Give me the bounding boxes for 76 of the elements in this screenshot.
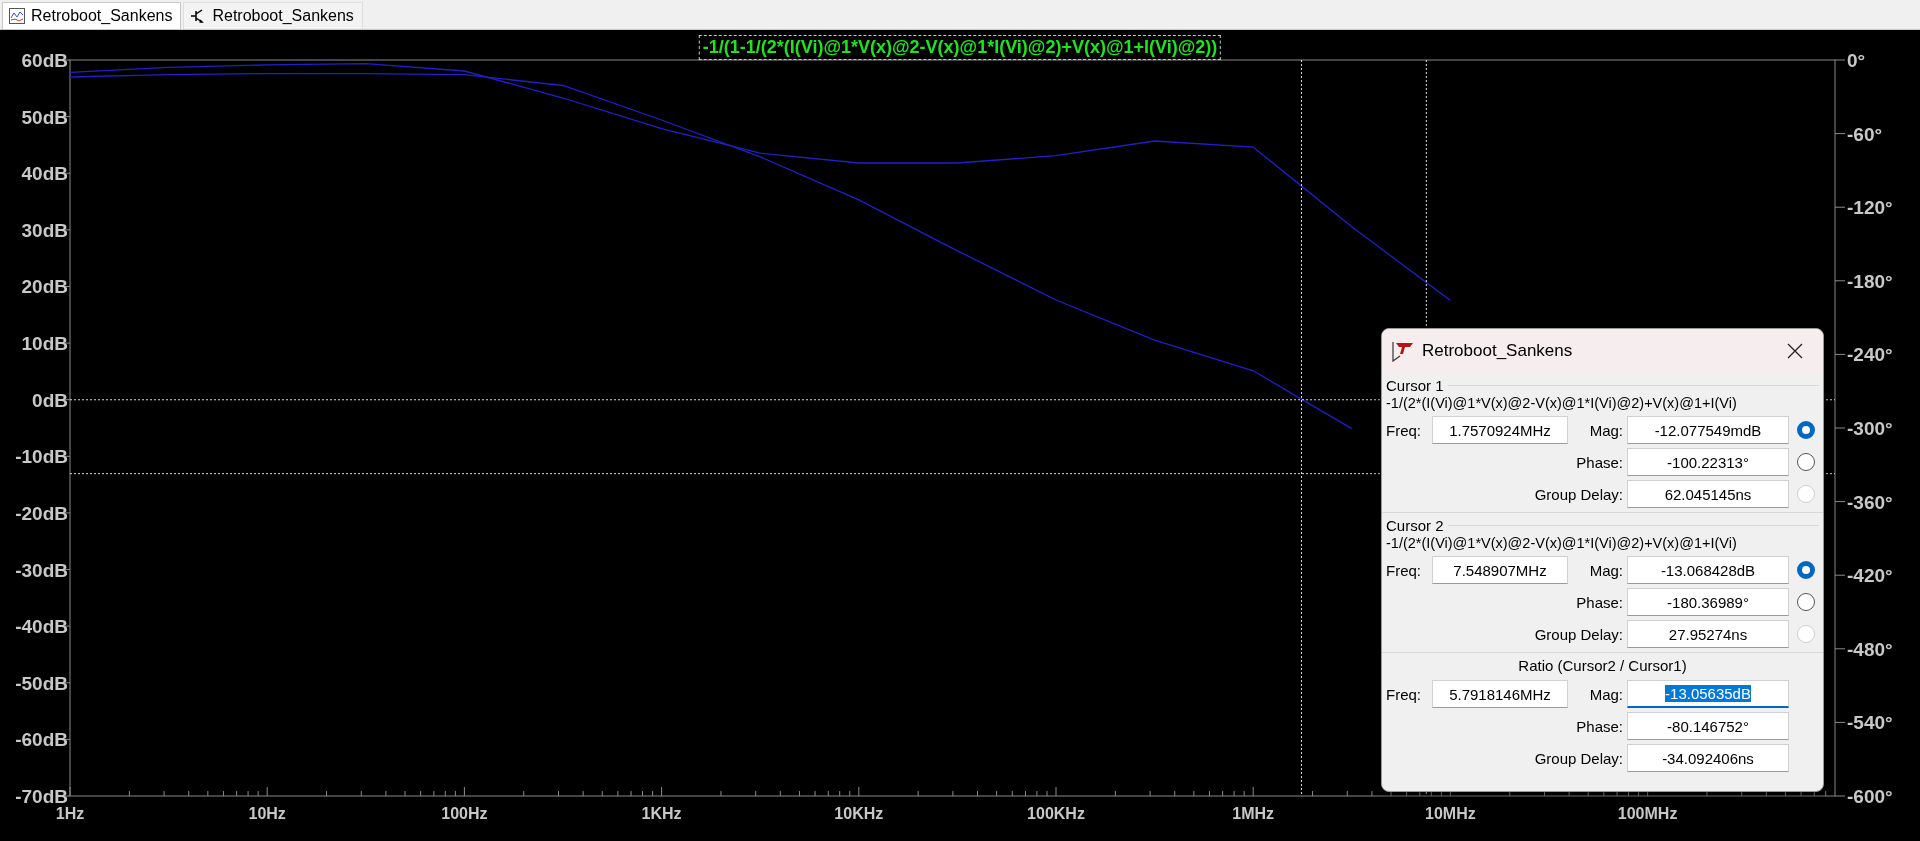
axis-tick-label: 10MHz [1425, 805, 1476, 822]
field-label: Freq: [1386, 685, 1421, 703]
input-field[interactable]: -180.36989° [1627, 588, 1789, 616]
field-label: Mag: [1589, 421, 1623, 439]
field-label: Mag: [1589, 685, 1623, 703]
axis-tick-label: -300° [1847, 418, 1893, 439]
radio-button[interactable] [1797, 593, 1815, 611]
axis-tick-label: 100KHz [1027, 805, 1085, 822]
axis-tick-label: 10KHz [834, 805, 884, 822]
input-field[interactable]: -34.092406ns [1627, 744, 1789, 772]
axis-tick-label: 0dB [32, 389, 68, 411]
axis-tick-label: -180° [1847, 270, 1893, 292]
group-title: Ratio (Cursor2 / Cursor1) [1518, 657, 1687, 674]
radio-button[interactable] [1797, 561, 1815, 579]
cursor-line[interactable] [1301, 59, 1302, 797]
waveform-plot-icon [9, 8, 25, 24]
field-label: Freq: [1386, 421, 1421, 439]
axis-tick-label: 1MHz [1232, 805, 1275, 822]
group-title: Cursor 1 [1386, 377, 1444, 394]
input-field[interactable]: -100.22313° [1627, 448, 1789, 476]
input-field[interactable]: 5.7918146MHz [1432, 680, 1568, 708]
axis-tick-label: -70dB [15, 786, 68, 807]
tab-label: Retroboot_Sankens [31, 7, 173, 25]
field-label: Phase: [1576, 717, 1623, 735]
field-label: Phase: [1576, 453, 1623, 471]
axis-tick-label: -50dB [15, 672, 68, 694]
group-title: Cursor 2 [1386, 517, 1444, 534]
axis-tick-label: -40dB [15, 616, 68, 638]
axis-tick-label: -420° [1847, 565, 1893, 587]
input-field[interactable]: -13.068428dB [1627, 556, 1789, 584]
axis-tick-label: -10dB [15, 446, 68, 468]
axis-tick-label: -480° [1847, 638, 1893, 660]
axis-tick-label: -360° [1847, 491, 1893, 513]
field-label: Group Delay: [1534, 625, 1623, 643]
axis-tick-label: 10Hz [248, 805, 286, 822]
field-label: Phase: [1576, 593, 1623, 611]
tab[interactable]: Retroboot_Sankens [2, 2, 182, 29]
axis-tick-label: -30dB [15, 559, 68, 581]
radio-button[interactable] [1797, 421, 1815, 439]
window-title: Retroboot_Sankens [1422, 341, 1574, 361]
axis-tick-label: -60dB [15, 729, 68, 751]
axis-tick-label: 20dB [21, 276, 68, 298]
expression-text: -1/(2*(I(Vi)@1*V(x)@2-V(x)@1*I(Vi)@2)+V(x)@1+I(Vi) [1386, 535, 1738, 551]
axis-tick-label: 60dB [21, 50, 68, 71]
transistor-icon [190, 8, 207, 24]
axis-tick-label: -240° [1847, 344, 1893, 366]
field-label: Freq: [1386, 561, 1421, 579]
expression-text: -1/(2*(I(Vi)@1*V(x)@2-V(x)@1*I(Vi)@2)+V(x)@1+I(Vi) [1386, 395, 1738, 411]
axis-tick-label: 0° [1847, 50, 1866, 71]
axis-tick-label: 100MHz [1617, 805, 1678, 822]
field-label: Mag: [1589, 561, 1623, 579]
axis-tick-label: 30dB [21, 219, 68, 241]
input-field[interactable]: -12.077549mdB [1627, 416, 1789, 444]
axis-tick-label: 100Hz [441, 805, 488, 822]
trace-label[interactable]: -1/(1-1/(2*(I(Vi)@1*V(x)@2-V(x)@1*I(Vi)@2)+V(x)@1+I(Vi)@2)) [698, 35, 1222, 60]
tab-label: Retroboot_Sankens [212, 7, 354, 25]
axis-tick-label: 40dB [21, 163, 68, 185]
input-field[interactable]: -80.146752° [1627, 712, 1789, 740]
field-label: Group Delay: [1534, 485, 1623, 503]
axis-tick-label: 1KHz [641, 805, 682, 822]
axis-tick-label: -60° [1847, 123, 1883, 145]
axis-tick-label: -120° [1847, 197, 1893, 219]
app-logo-icon [1392, 340, 1414, 362]
field-label: Group Delay: [1534, 749, 1623, 767]
axis-tick-label: 50dB [21, 106, 68, 128]
axis-tick-label: -600° [1847, 786, 1893, 807]
input-field[interactable]: -13.05635dB [1627, 680, 1789, 708]
input-field[interactable]: 1.7570924MHz [1432, 416, 1568, 444]
axis-tick-label: -540° [1847, 712, 1893, 734]
close-icon [1787, 343, 1803, 359]
input-field[interactable]: 7.548907MHz [1432, 556, 1568, 584]
axis-tick-label: 10dB [21, 333, 68, 355]
tab[interactable]: Retroboot_Sankens [183, 2, 363, 29]
axis-tick-label: -20dB [15, 502, 68, 524]
radio-button[interactable] [1797, 453, 1815, 471]
axis-tick-label: 1Hz [55, 805, 85, 822]
